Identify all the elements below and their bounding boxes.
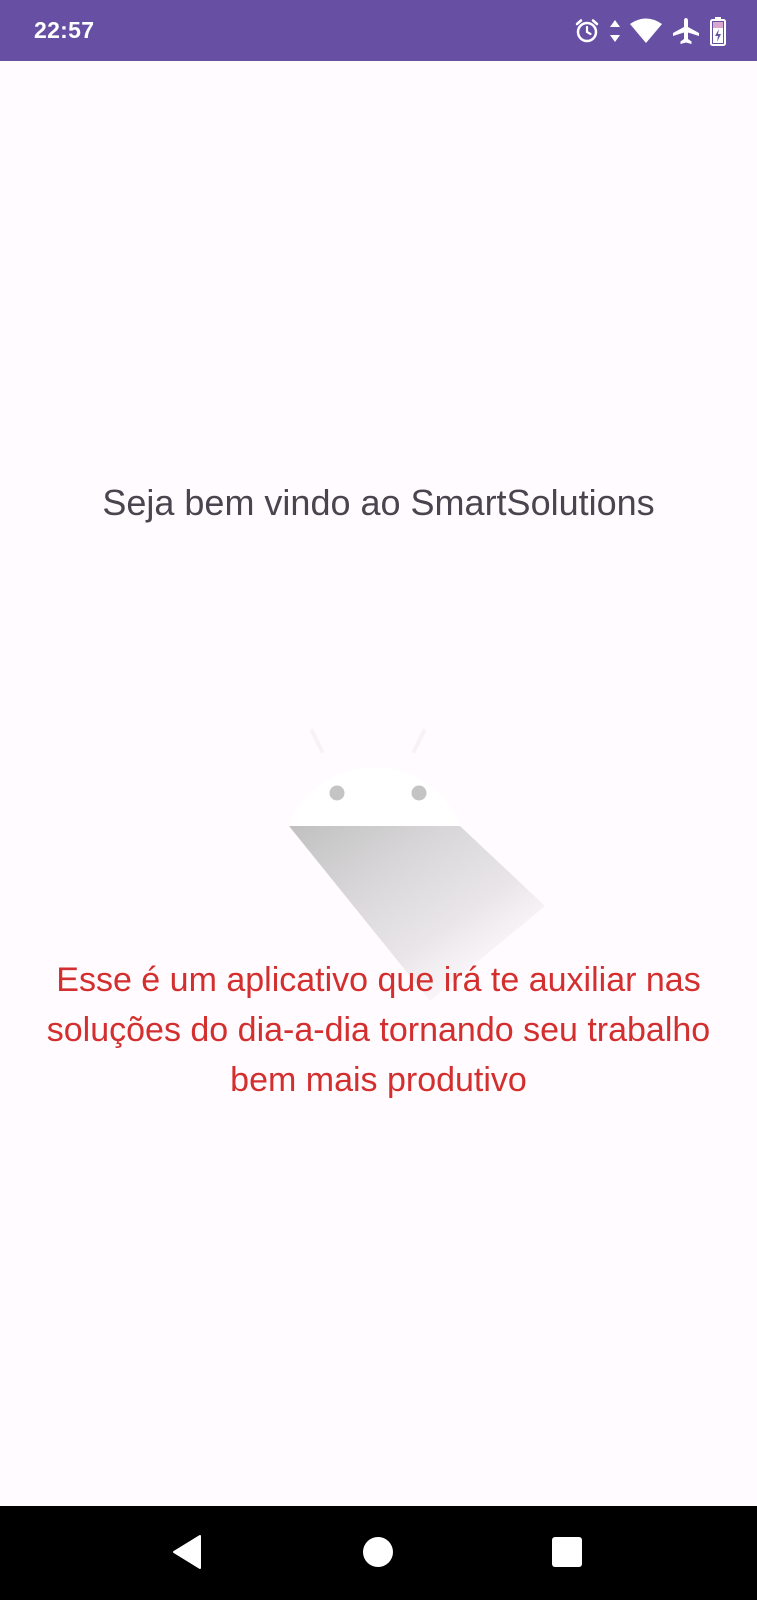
wifi-icon: [629, 17, 663, 45]
battery-icon: [709, 16, 727, 46]
airplane-icon: [671, 16, 701, 46]
recents-icon[interactable]: [547, 1532, 587, 1572]
navigation-bar: [0, 1506, 757, 1600]
status-time: 22:57: [34, 17, 95, 43]
welcome-title: Seja bem vindo ao SmartSolutions: [102, 482, 655, 523]
alarm-icon: [573, 17, 601, 45]
description-text: Esse é um aplicativo que irá te auxiliar…: [46, 961, 711, 1099]
home-icon[interactable]: [358, 1532, 398, 1572]
status-bar: 22:57: [0, 0, 757, 61]
data-arrows-icon: [609, 18, 621, 44]
status-icons: [573, 14, 727, 48]
back-icon[interactable]: [167, 1532, 207, 1572]
main-content: Seja bem vindo ao SmartSolutions Esse é …: [0, 61, 757, 1506]
android-placeholder-icon: [250, 681, 550, 1001]
